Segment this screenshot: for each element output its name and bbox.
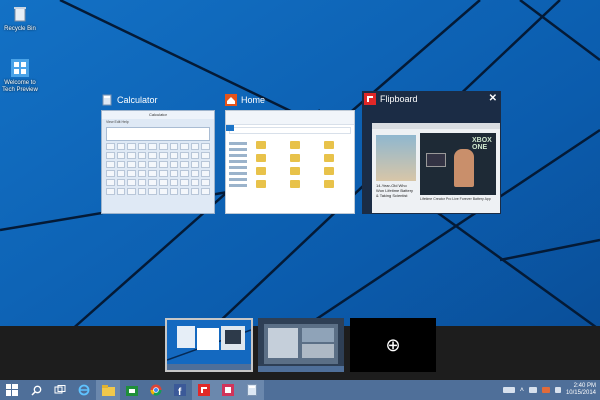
taskbar: f ˄ 2:40 PM 10/15/2014 bbox=[0, 380, 600, 400]
desktop-icon-recycle-bin[interactable]: Recycle Bin bbox=[2, 4, 38, 33]
virtual-desktop-2[interactable] bbox=[258, 318, 344, 372]
network-icon[interactable] bbox=[528, 387, 537, 393]
search-button[interactable] bbox=[24, 380, 48, 400]
explorer-address-bar bbox=[229, 127, 351, 134]
desktop-icon-welcome[interactable]: Welcome to Tech Preview bbox=[2, 58, 38, 94]
facebook-icon: f bbox=[174, 384, 186, 396]
file-explorer-button[interactable] bbox=[96, 380, 120, 400]
home-folder-icon bbox=[225, 94, 237, 106]
file-explorer-icon bbox=[101, 384, 115, 396]
internet-explorer-icon bbox=[78, 384, 90, 396]
calculator-thumbnail: Calculator View Edit Help bbox=[101, 110, 215, 214]
calculator-button[interactable] bbox=[240, 380, 264, 400]
system-tray: ˄ 2:40 PM 10/15/2014 bbox=[502, 380, 596, 400]
facebook-button[interactable]: f bbox=[168, 380, 192, 400]
add-desktop-button[interactable]: ⊕ bbox=[350, 318, 436, 372]
desktop-2-preview bbox=[258, 318, 344, 372]
flipboard-person-graphic bbox=[454, 149, 474, 187]
store-button[interactable] bbox=[120, 380, 144, 400]
flipboard-xbox-text: XBOX ONE bbox=[472, 137, 492, 151]
calculator-display bbox=[106, 127, 210, 141]
calculator-icon bbox=[101, 94, 113, 106]
desktop-icon-label: Welcome to Tech Preview bbox=[2, 80, 38, 93]
flipboard-article-caption: 14-Year-Old Who Won Lifetime Battery & T… bbox=[376, 183, 414, 198]
windows-start-icon bbox=[6, 384, 18, 396]
action-center-icon[interactable] bbox=[541, 387, 550, 393]
file-explorer-thumbnail bbox=[225, 110, 355, 214]
task-view-window-home[interactable]: Home bbox=[225, 92, 355, 214]
flipboard-thumbnail: 14-Year-Old Who Won Lifetime Battery & T… bbox=[372, 123, 500, 213]
task-view-window-header: Home bbox=[225, 92, 355, 108]
explorer-file-tab bbox=[226, 125, 234, 131]
close-window-button[interactable]: ✕ bbox=[489, 93, 497, 104]
flipboard-button[interactable] bbox=[192, 380, 216, 400]
recycle-bin-icon bbox=[10, 4, 30, 24]
task-view-button[interactable] bbox=[48, 380, 72, 400]
task-view-icon bbox=[54, 385, 66, 394]
calculator-icon bbox=[247, 384, 257, 396]
chrome-icon bbox=[150, 384, 162, 396]
calculator-thumb-menu: View Edit Help bbox=[106, 120, 129, 124]
task-view-window-title: Home bbox=[241, 95, 266, 105]
calculator-keypad bbox=[106, 143, 210, 195]
explorer-navigation-pane bbox=[229, 139, 251, 190]
flipboard-feature-caption: Lifetime Creator Pro Live Forever Batter… bbox=[420, 197, 491, 201]
task-view-window-title: Calculator bbox=[117, 95, 158, 105]
clock[interactable]: 2:40 PM 10/15/2014 bbox=[566, 383, 596, 397]
keyboard-icon[interactable] bbox=[502, 387, 515, 393]
flipboard-article-image bbox=[376, 135, 416, 181]
chrome-button[interactable] bbox=[144, 380, 168, 400]
plus-circle-icon: ⊕ bbox=[385, 334, 401, 355]
flipboard-icon bbox=[198, 384, 210, 396]
virtual-desktop-1[interactable] bbox=[165, 318, 253, 372]
windows-welcome-icon bbox=[10, 58, 30, 78]
task-view-window-calculator[interactable]: Calculator Calculator View Edit Help bbox=[101, 92, 215, 214]
desktop-icon-label: Recycle Bin bbox=[4, 26, 36, 32]
close-icon: ✕ bbox=[488, 93, 497, 104]
internet-explorer-button[interactable] bbox=[72, 380, 96, 400]
app-red-icon bbox=[222, 384, 234, 396]
chevron-up-icon[interactable]: ˄ bbox=[520, 387, 524, 394]
flipboard-icon bbox=[364, 93, 376, 105]
explorer-file-grid bbox=[256, 141, 350, 188]
desktop-1-preview bbox=[166, 320, 252, 370]
calculator-thumb-title: Calculator bbox=[102, 111, 214, 119]
search-icon bbox=[30, 385, 41, 396]
task-view-window-title: Flipboard bbox=[380, 94, 418, 104]
flipboard-top-bar bbox=[372, 123, 500, 129]
flipboard-monitor-graphic bbox=[426, 153, 446, 167]
task-view-window-flipboard[interactable]: Flipboard ✕ 14-Year-Old Who Won Lifetime… bbox=[362, 91, 501, 214]
clock-time: 2:40 PM bbox=[573, 383, 596, 389]
app-red-button[interactable] bbox=[216, 380, 240, 400]
store-icon bbox=[126, 386, 138, 396]
volume-icon[interactable] bbox=[554, 387, 561, 393]
task-view-window-header: Flipboard bbox=[362, 91, 501, 107]
task-view-window-header: Calculator bbox=[101, 92, 215, 108]
start-button[interactable] bbox=[0, 380, 24, 400]
explorer-ribbon bbox=[226, 111, 354, 125]
clock-date: 10/15/2014 bbox=[565, 390, 596, 396]
